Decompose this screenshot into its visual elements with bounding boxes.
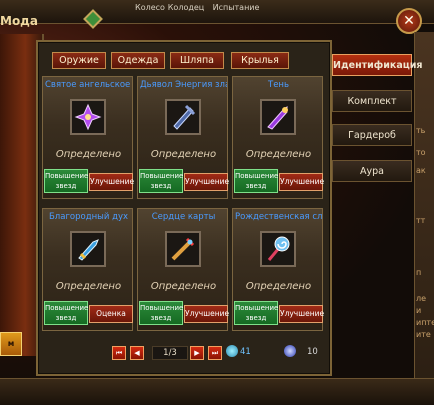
star-up-button[interactable]: Повышение звезд (234, 169, 278, 193)
status-label: Определено (150, 281, 217, 292)
item-card[interactable]: Сердце карты Определено Повышение звезд … (137, 208, 229, 331)
side-edge-text-1: ть (416, 126, 426, 135)
tab-wings[interactable]: Крылья (231, 52, 289, 69)
card-heart-weapon-icon[interactable] (165, 231, 201, 267)
item-card[interactable]: Рождественская слад Определено Повышение… (232, 208, 324, 331)
upgrade-button[interactable]: Улучшение (89, 173, 134, 191)
side-edge-text-5: п (416, 268, 422, 277)
first-page-button[interactable]: ⏮ (112, 346, 126, 360)
first-page-icon: ⏮ (115, 349, 123, 357)
prev-page-button[interactable]: ◀ (130, 346, 144, 360)
side-edge-text-9: ите (416, 330, 431, 339)
shadow-weapon-icon[interactable] (260, 99, 296, 135)
evaluate-button[interactable]: Оценка (89, 305, 133, 323)
tab-clothes[interactable]: Одежда (111, 52, 165, 69)
noble-spirit-weapon-icon[interactable] (70, 231, 106, 267)
item-name: Тень (268, 80, 289, 90)
status-label: Определено (245, 149, 312, 160)
upgrade-button[interactable]: Улучшение (184, 173, 229, 191)
side-set[interactable]: Комплект (332, 90, 412, 112)
side-edge-text-2: то (416, 148, 426, 157)
page-indicator: 1/3 (152, 346, 188, 360)
last-page-icon: ⏭ (211, 349, 219, 357)
window-title: Мода (0, 14, 38, 28)
christmas-candy-weapon-icon[interactable] (260, 231, 296, 267)
orb-count: 10 (307, 347, 318, 357)
status-label: Определено (245, 281, 312, 292)
upgrade-button[interactable]: Улучшение (279, 173, 324, 191)
item-card[interactable]: Благородный дух Определено Повышение зве… (42, 208, 133, 331)
item-name: Дьявол Энергия зла (140, 80, 227, 90)
side-aura[interactable]: Аура (332, 160, 412, 182)
item-card[interactable]: Святое ангельское ор Определено Повышени… (42, 76, 134, 199)
item-grid: Святое ангельское ор Определено Повышени… (42, 76, 328, 332)
status-label: Определено (55, 149, 122, 160)
item-card[interactable]: Тень Определено Повышение звезд Улучшени… (232, 76, 324, 199)
side-edge-text-3: ак (416, 166, 426, 175)
side-edge-text-6: ле (416, 294, 427, 303)
tab-hat[interactable]: Шляпа (170, 52, 224, 69)
next-page-icon: ▶ (194, 349, 200, 357)
dark-devil-weapon-icon[interactable] (165, 99, 201, 135)
star-up-button[interactable]: Повышение звезд (44, 169, 88, 193)
item-name: Благородный дух (48, 212, 129, 222)
status-label: Определено (55, 281, 122, 292)
star-up-button[interactable]: Повышение звезд (139, 301, 183, 325)
item-name: Сердце карты (151, 212, 216, 222)
status-label: Определено (150, 149, 217, 160)
top-tab-trial[interactable]: Испытание (208, 0, 264, 16)
close-button[interactable]: ✕ (396, 8, 422, 34)
bottom-bar (0, 378, 434, 405)
side-menu: Идентификация Комплект Гардероб Аура (332, 46, 434, 186)
diamond-icon (226, 345, 238, 357)
upgrade-button[interactable]: Улучшение (184, 305, 229, 323)
upgrade-button[interactable]: Улучшение (279, 305, 324, 323)
star-up-button[interactable]: Повышение звезд (234, 301, 278, 325)
prev-page-icon: ◀ (134, 349, 140, 357)
star-up-button[interactable]: Повышение звезд (139, 169, 183, 193)
star-up-button[interactable]: Повышение звезд (44, 301, 88, 325)
orb-icon (284, 345, 296, 357)
diamond-count: 41 (240, 347, 251, 357)
tab-weapon[interactable]: Оружие (52, 52, 106, 69)
top-tab-well[interactable]: Колодец (164, 0, 208, 16)
side-edge-text-4: тт (416, 216, 426, 225)
item-name: Рождественская слад (235, 212, 322, 222)
last-page-button[interactable]: ⏭ (208, 346, 222, 360)
next-page-button[interactable]: ▶ (190, 346, 204, 360)
purple-angel-weapon-icon[interactable] (70, 99, 106, 135)
left-action-button[interactable]: м (0, 332, 22, 356)
item-card[interactable]: Дьявол Энергия зла Определено Повышение … (137, 76, 229, 199)
item-name: Святое ангельское ор (45, 80, 132, 90)
side-identification[interactable]: Идентификация (332, 54, 423, 76)
side-edge-text-7: и (416, 306, 422, 315)
side-edge-text-8: ипте (416, 318, 434, 327)
side-wardrobe[interactable]: Гардероб (332, 124, 412, 146)
